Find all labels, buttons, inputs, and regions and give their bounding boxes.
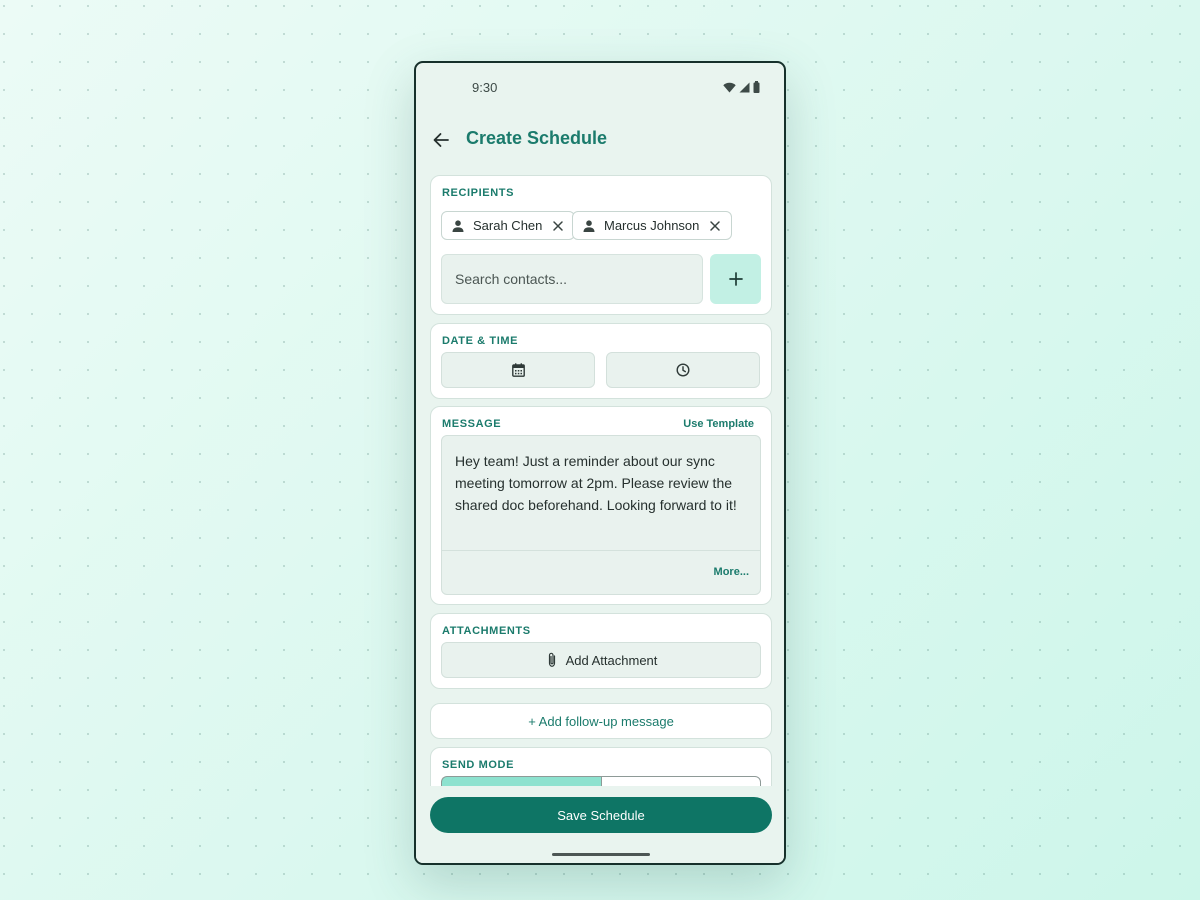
person-icon	[583, 219, 595, 232]
date-time-card: DATE & TIME	[430, 323, 772, 399]
message-divider	[442, 550, 760, 551]
person-icon	[452, 219, 464, 232]
search-contacts-input[interactable]	[441, 254, 703, 304]
message-label: MESSAGE	[442, 418, 502, 430]
time-picker-button[interactable]	[606, 352, 760, 388]
recipients-label: RECIPIENTS	[442, 187, 515, 199]
recipients-card: RECIPIENTS Sarah Chen Marcus Johnson	[430, 175, 772, 315]
date-time-label: DATE & TIME	[442, 335, 519, 347]
add-attachment-button[interactable]: Add Attachment	[441, 642, 761, 678]
message-textarea[interactable]: Hey team! Just a reminder about our sync…	[441, 435, 761, 595]
use-template-link[interactable]: Use Template	[683, 418, 754, 430]
bottom-action-bar: Save Schedule	[416, 786, 784, 863]
status-bar: 9:30	[416, 63, 784, 111]
recipient-chip-marcus-johnson[interactable]: Marcus Johnson	[572, 211, 733, 240]
add-follow-up-button[interactable]: + Add follow-up message	[430, 703, 772, 739]
clock-icon	[676, 363, 690, 377]
battery-icon	[753, 81, 760, 93]
save-schedule-button[interactable]: Save Schedule	[430, 797, 772, 833]
signal-icon	[739, 82, 750, 92]
plus-icon	[728, 272, 743, 286]
arrow-left-icon[interactable]	[430, 129, 452, 151]
wifi-icon	[723, 82, 736, 92]
close-icon[interactable]	[552, 220, 564, 232]
chip-label: Marcus Johnson	[604, 218, 700, 233]
more-link[interactable]: More...	[714, 566, 749, 578]
close-icon[interactable]	[709, 220, 721, 232]
phone-frame: 9:30 Create Schedule RECIPIENTS Sarah Ch…	[414, 61, 786, 865]
calendar-icon	[511, 363, 525, 377]
status-time: 9:30	[472, 80, 498, 95]
status-icons	[723, 81, 760, 93]
page-title: Create Schedule	[466, 128, 608, 148]
message-card: MESSAGE Use Template Hey team! Just a re…	[430, 406, 772, 605]
send-mode-label: SEND MODE	[442, 759, 515, 771]
app-bar: Create Schedule	[416, 115, 784, 163]
message-text[interactable]: Hey team! Just a reminder about our sync…	[455, 450, 751, 516]
chip-label: Sarah Chen	[473, 218, 543, 233]
paperclip-icon	[548, 652, 555, 667]
attachments-card: ATTACHMENTS Add Attachment	[430, 613, 772, 689]
home-indicator[interactable]	[552, 853, 650, 856]
add-attachment-label: Add Attachment	[565, 652, 658, 668]
attachments-label: ATTACHMENTS	[442, 625, 531, 637]
date-picker-button[interactable]	[441, 352, 595, 388]
recipient-chip-sarah-chen[interactable]: Sarah Chen	[441, 211, 576, 240]
add-recipient-button[interactable]	[710, 254, 761, 304]
